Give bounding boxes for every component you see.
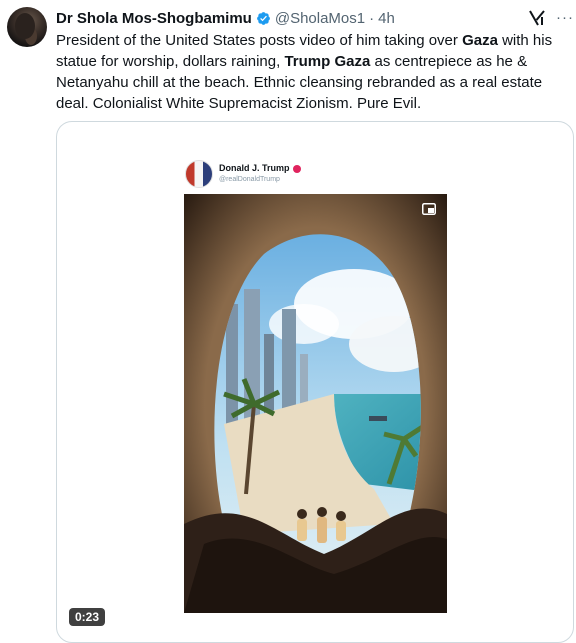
picture-in-picture-icon[interactable] — [422, 203, 436, 215]
embedded-verified-icon — [292, 164, 301, 173]
separator-dot: · — [369, 9, 375, 27]
embedded-post-header: Donald J. Trump @realDonaldTrump — [185, 160, 301, 188]
author-handle[interactable]: @SholaMos1 — [275, 10, 365, 27]
post-text-segment[interactable]: Trump Gaza — [284, 53, 370, 70]
video-player[interactable] — [184, 194, 447, 613]
embedded-author-name: Donald J. Trump — [219, 163, 290, 173]
grok-icon[interactable] — [527, 8, 547, 28]
video-frame-image — [184, 194, 447, 613]
post-text-segment: President of the United States posts vid… — [56, 32, 463, 49]
post-text-segment[interactable]: Gaza — [462, 32, 498, 49]
video-duration: 0:23 — [69, 608, 106, 626]
post-text: President of the United States posts vid… — [56, 30, 572, 114]
embedded-avatar — [185, 160, 213, 188]
post-time[interactable]: 4h — [378, 10, 395, 27]
post-header: Dr Shola Mos-Shogbamimu @SholaMos1 · 4h — [56, 8, 395, 28]
verified-badge-icon — [256, 11, 270, 25]
author-name[interactable]: Dr Shola Mos-Shogbamimu — [56, 10, 252, 27]
more-icon[interactable]: ··· — [556, 9, 574, 26]
embedded-author-handle: @realDonaldTrump — [219, 176, 280, 183]
media-card[interactable]: Donald J. Trump @realDonaldTrump 0:23 — [56, 121, 574, 643]
author-avatar[interactable] — [7, 7, 47, 47]
